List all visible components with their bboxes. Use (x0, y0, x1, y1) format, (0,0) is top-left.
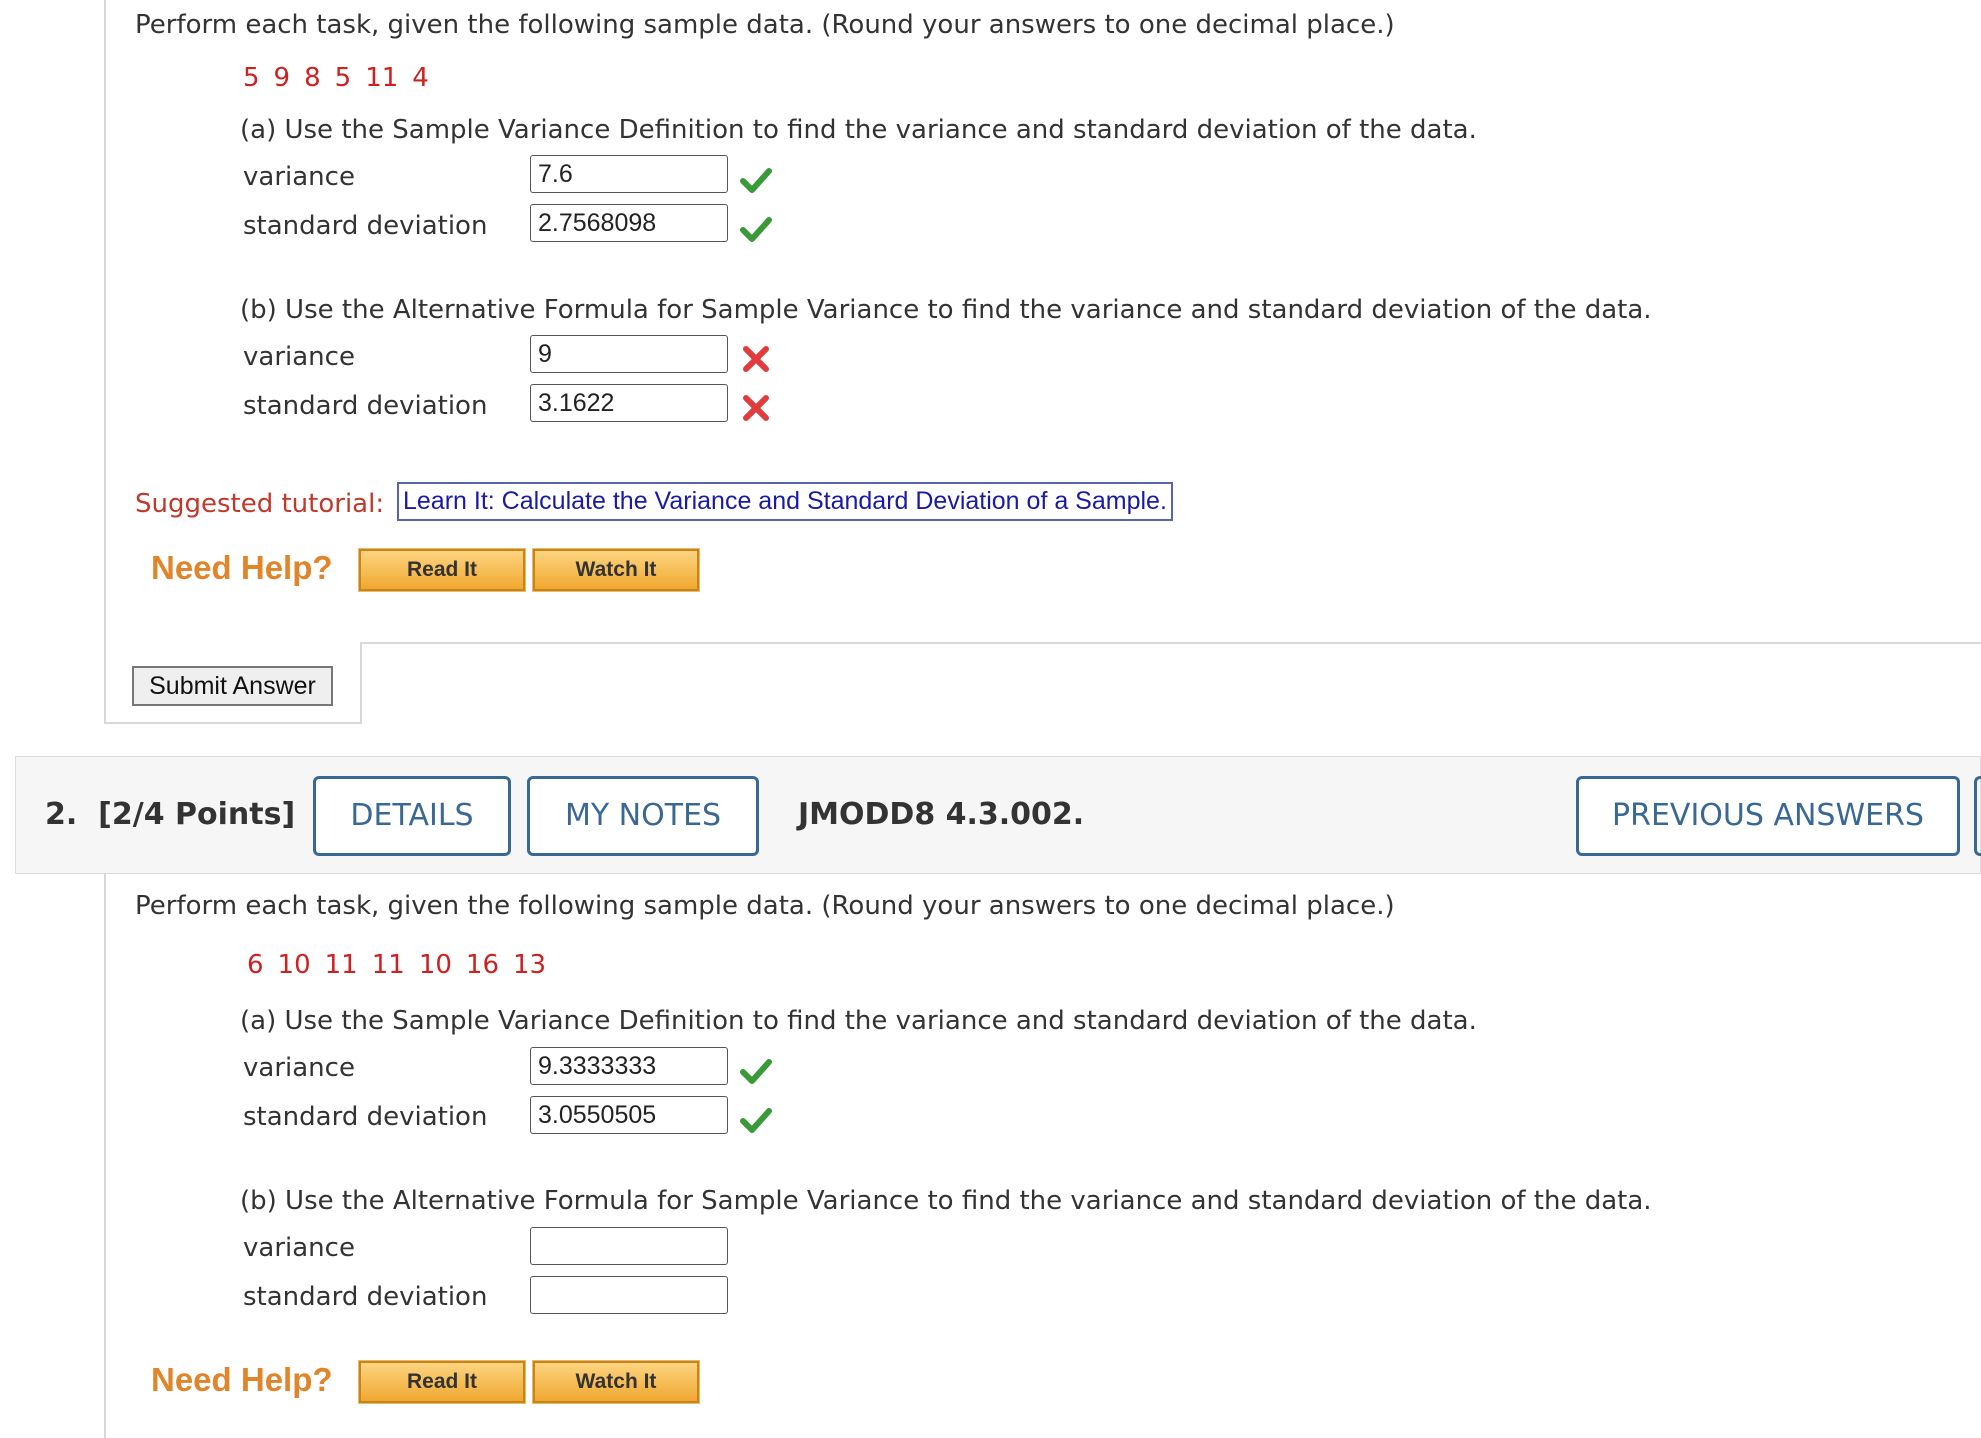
check-icon (740, 1059, 772, 1084)
stddev-answer-input[interactable]: 2.7568098 (530, 204, 728, 242)
data-value: 5 (243, 63, 260, 93)
data-value: 13 (513, 950, 547, 980)
variance-answer-input[interactable]: 7.6 (530, 155, 728, 193)
data-value: 11 (324, 950, 358, 980)
read-it-button[interactable]: Read It (358, 548, 526, 592)
stddev-answer-input[interactable]: 3.1622 (530, 384, 728, 422)
question2-sample-data: 6 10 11 11 10 16 13 (247, 950, 560, 980)
check-icon (740, 217, 772, 242)
variance-label: variance (243, 162, 355, 192)
stddev-label: standard deviation (243, 391, 488, 421)
next-tab-button-edge[interactable] (1974, 776, 1981, 856)
stddev-label: standard deviation (243, 1282, 488, 1312)
data-value: 9 (273, 63, 291, 93)
check-icon (740, 168, 772, 193)
tutorial-link[interactable]: Learn It: Calculate the Variance and Sta… (397, 482, 1173, 521)
variance-label: variance (243, 342, 355, 372)
question-points: [2/4 Points] (98, 797, 296, 832)
check-icon (740, 1108, 772, 1133)
question-number-text: 2. (45, 797, 78, 832)
stddev-answer-input[interactable]: 3.0550505 (530, 1096, 728, 1134)
stddev-label: standard deviation (243, 1102, 488, 1132)
question2-instruction: Perform each task, given the following s… (135, 891, 1395, 921)
variance-label: variance (243, 1053, 355, 1083)
submit-area-top-border (360, 642, 1981, 644)
data-value: 10 (277, 950, 311, 980)
submit-answer-button[interactable]: Submit Answer (132, 666, 333, 706)
variance-answer-input[interactable]: 9 (530, 335, 728, 373)
question1-instruction: Perform each task, given the following s… (135, 10, 1395, 40)
submit-area-divider (360, 642, 362, 724)
question2-part-a: (a) Use the Sample Variance Definition t… (240, 1006, 1477, 1036)
question1-bottom-border (104, 722, 362, 724)
data-value: 6 (247, 950, 264, 980)
question1-part-a: (a) Use the Sample Variance Definition t… (240, 115, 1477, 145)
need-help-label: Need Help? (151, 1361, 333, 1398)
data-value: 11 (365, 63, 399, 93)
suggested-tutorial-label: Suggested tutorial: (135, 489, 385, 519)
question1-part-b: (b) Use the Alternative Formula for Samp… (240, 295, 1652, 325)
data-value: 5 (334, 63, 352, 93)
need-help-label: Need Help? (151, 549, 333, 586)
question-number: 2. [2/4 Points] (45, 797, 295, 832)
variance-answer-input[interactable] (530, 1227, 728, 1265)
cross-icon (743, 395, 769, 421)
stddev-label: standard deviation (243, 211, 488, 241)
data-value: 16 (465, 950, 500, 980)
read-it-button[interactable]: Read It (358, 1360, 526, 1404)
question-reference: JMODD8 4.3.002. (798, 797, 1085, 832)
data-value: 10 (418, 950, 452, 980)
watch-it-button[interactable]: Watch It (532, 1360, 700, 1404)
details-button[interactable]: DETAILS (313, 776, 511, 856)
watch-it-button[interactable]: Watch It (532, 548, 700, 592)
cross-icon (743, 346, 769, 372)
data-value: 8 (304, 63, 321, 93)
stddev-answer-input[interactable] (530, 1276, 728, 1314)
question1-left-border (104, 0, 106, 724)
question2-left-border (104, 874, 106, 1438)
question1-sample-data: 5 9 8 5 11 4 (243, 63, 443, 93)
previous-answers-button[interactable]: PREVIOUS ANSWERS (1576, 776, 1960, 856)
variance-answer-input[interactable]: 9.3333333 (530, 1047, 728, 1085)
my-notes-button[interactable]: MY NOTES (527, 776, 759, 856)
variance-label: variance (243, 1233, 355, 1263)
question2-part-b: (b) Use the Alternative Formula for Samp… (240, 1186, 1652, 1216)
data-value: 11 (371, 950, 405, 980)
data-value: 4 (412, 63, 429, 93)
